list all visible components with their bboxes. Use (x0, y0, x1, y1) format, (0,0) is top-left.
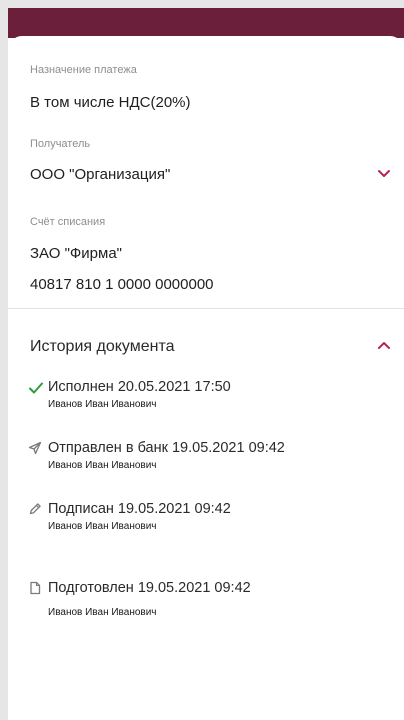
debit-account-label: Счёт списания (30, 216, 106, 228)
history-item-title: Отправлен в банк 19.05.2021 09:42 (48, 440, 285, 456)
payment-purpose-label: Назначение платежа (30, 64, 137, 76)
history-title[interactable]: История документа (30, 338, 175, 356)
recipient-value[interactable]: ООО "Организация" (30, 166, 170, 183)
payment-purpose-value: В том числе НДС(20%) (30, 94, 191, 111)
history-item-user: Иванов Иван Иванович (48, 460, 157, 471)
check-icon (29, 382, 43, 394)
document-details-sheet: Назначение платежа В том числе НДС(20%) … (8, 36, 404, 720)
send-icon (28, 441, 42, 455)
screen: Назначение платежа В том числе НДС(20%) … (8, 8, 404, 720)
document-icon (30, 581, 41, 595)
history-item-user: Иванов Иван Иванович (48, 521, 157, 532)
history-item-title: Подготовлен 19.05.2021 09:42 (48, 580, 251, 596)
chevron-down-icon[interactable] (376, 168, 392, 180)
history-item-title: Подписан 19.05.2021 09:42 (48, 501, 231, 517)
recipient-label: Получатель (30, 138, 91, 150)
divider (8, 308, 404, 309)
pencil-icon (29, 503, 41, 515)
history-item-title: Исполнен 20.05.2021 17:50 (48, 379, 231, 395)
chevron-up-icon[interactable] (376, 339, 392, 351)
history-item-user: Иванов Иван Иванович (48, 607, 157, 618)
top-bar (8, 8, 404, 38)
history-item-user: Иванов Иван Иванович (48, 399, 157, 410)
debit-account-number: 40817 810 1 0000 0000000 (30, 276, 214, 293)
debit-account-name: ЗАО "Фирма" (30, 245, 122, 262)
